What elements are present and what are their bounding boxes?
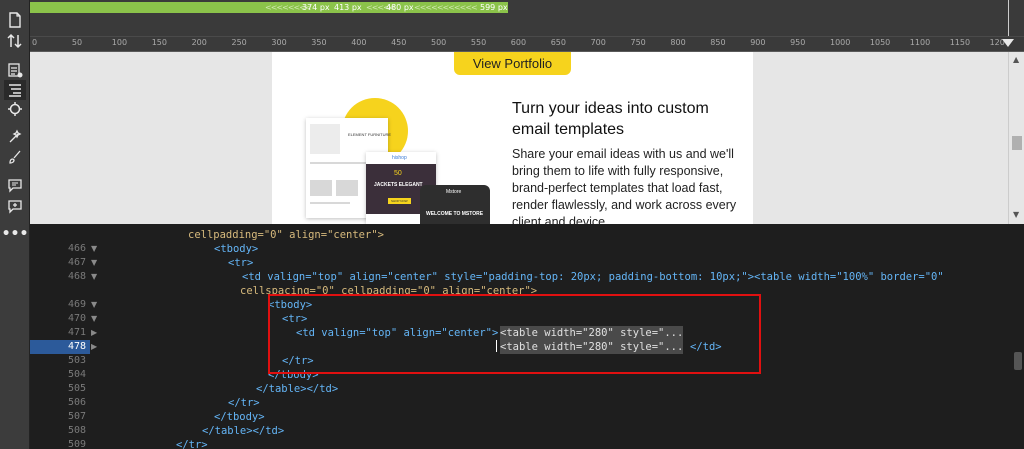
line-number: 503 [67,355,86,366]
preview-scrollbar[interactable]: ▲ ▼ [1008,52,1024,224]
target-icon[interactable] [4,99,26,119]
ruler-tick-label: 600 [510,38,527,47]
brush-icon[interactable] [4,147,26,167]
editor-scroll-thumb[interactable] [1014,352,1022,370]
line-number: 509 [67,439,86,449]
scroll-thumb[interactable] [1012,136,1022,150]
ruler-tick-label: 100 [111,38,128,47]
card1-title: ELEMENT FURNITURE [348,132,392,137]
fold-arrow-icon[interactable]: ▼ [91,256,97,270]
outline-icon[interactable] [4,80,26,100]
code-line[interactable]: </table></td> [256,382,338,396]
ruler-tick-label: 900 [750,38,766,47]
ruler-tick-label: 500 [431,38,447,47]
email-headline: Turn your ideas into custom email templa… [512,100,709,138]
ruler-tick-label: 950 [790,38,806,47]
more-icon[interactable]: ••• [2,224,29,244]
editor-app: ••• <<<<<<<< 374 px 413 px <<<<< 480 px … [0,0,1024,449]
ruler-tick-label: 650 [550,38,566,47]
expand-arrow-icon[interactable]: ▶ [91,340,97,354]
code-editor[interactable]: 466 ▼ 467 ▼ 468 ▼ 469 ▼ 470 ▼ 471 ▶ 478 … [30,224,1024,449]
email-canvas: View Portfolio ELEMENT FURNITURE hishop … [272,52,753,224]
ruler-tick-label: 1100 [909,38,931,47]
card3-brand: Mstore [446,189,462,195]
code-line[interactable]: </tr> [176,438,208,449]
ruler-tick-label: 550 [470,38,487,47]
left-toolbar: ••• [0,0,30,449]
card3-title: WELCOME TO MSTORE [426,211,484,217]
templates-illustration: ELEMENT FURNITURE hishop 50 JACKETS ELEG… [302,96,492,224]
template-card-mstore: Mstore WELCOME TO MSTORE [420,185,490,224]
line-number: 504 [67,369,86,380]
card2-number: 50 [394,170,402,177]
ruler-tick-label: 250 [231,38,247,47]
ruler-tick-label: 200 [191,38,207,47]
card2-title: JACKETS ELEGANT [374,182,423,188]
view-portfolio-button[interactable]: View Portfolio [454,52,571,75]
width-handle-line[interactable] [1008,0,1009,36]
ruler-tick-label: 700 [590,38,606,47]
code-line[interactable]: </tr> [228,396,260,410]
fold-arrow-icon[interactable]: ▼ [91,312,97,326]
breakpoint-bar: <<<<<<<< 374 px 413 px <<<<< 480 px <<<<… [30,0,1024,36]
ruler-tick-label: 300 [271,38,287,47]
breakpoint-label[interactable]: 480 px [386,2,414,13]
ruler: 0 50 100 150 200 250 300 350 400 450 500 550 600 650 7… [30,36,1024,52]
line-number: 467 [67,257,86,268]
selection-highlight-box [268,294,761,374]
ruler-tick-label: 450 [391,38,407,47]
line-number: 471 [67,327,86,338]
code-line[interactable]: <tbody> [214,242,258,256]
sort-icon[interactable] [4,31,26,51]
scroll-down-icon[interactable]: ▼ [1013,210,1019,219]
scroll-up-icon[interactable]: ▲ [1013,55,1019,64]
email-preview: View Portfolio ELEMENT FURNITURE hishop … [30,52,1008,224]
ruler-tick-label: 0 [32,38,38,47]
breakpoint-label[interactable]: 413 px [334,2,362,13]
ruler-tick-label: 350 [311,38,327,47]
breakpoint-label[interactable]: 599 px [480,2,508,13]
magic-icon[interactable] [4,127,26,147]
ruler-tick-label: 150 [151,38,167,47]
line-number-active: 478 [30,340,90,354]
fold-arrow-icon[interactable]: ▼ [91,270,97,284]
card2-brand: hishop [392,155,407,161]
breakpoint-label[interactable]: 374 px [302,2,330,13]
fold-arrow-icon[interactable]: ▼ [91,298,97,312]
line-number: 508 [67,425,86,436]
line-number: 470 [67,313,86,324]
ruler-tick-label: 800 [670,38,686,47]
line-number: 506 [67,397,86,408]
checklist-icon[interactable] [4,60,26,80]
ruler-tick-label: 1150 [949,38,971,47]
code-line[interactable]: </table></td> [202,424,284,438]
code-line[interactable]: <tr> [228,256,253,270]
line-number: 466 [67,243,86,254]
expand-arrow-icon[interactable]: ▶ [91,326,97,340]
line-number: 507 [67,411,86,422]
ruler-tick-label: 750 [630,38,646,47]
line-number: 468 [67,271,86,282]
code-line[interactable]: </tbody> [214,410,265,424]
code-line[interactable]: <td valign="top" align="center" style="p… [242,270,944,284]
ruler-tick-label: 50 [71,38,83,47]
width-handle-icon[interactable] [1002,39,1014,47]
comment-add-icon[interactable] [4,196,26,216]
fold-arrow-icon[interactable]: ▼ [91,242,97,256]
comment-icon[interactable] [4,175,26,195]
ruler-tick-label: 1000 [830,38,851,47]
card2-button: SHOP NOW [388,198,411,204]
line-number: 505 [67,383,86,394]
code-line[interactable]: cellpadding="0" align="center"> [188,228,384,242]
ruler-tick-label: 1050 [869,38,891,47]
line-number: 469 [67,299,86,310]
ruler-tick-label: 850 [710,38,726,47]
chevrons-left-icon: <<<<<<<<<<< [414,3,478,12]
ruler-tick-label: 400 [351,38,367,47]
file-icon[interactable] [4,10,26,30]
email-body-copy: Share your email ideas with us and we'll… [512,147,737,224]
